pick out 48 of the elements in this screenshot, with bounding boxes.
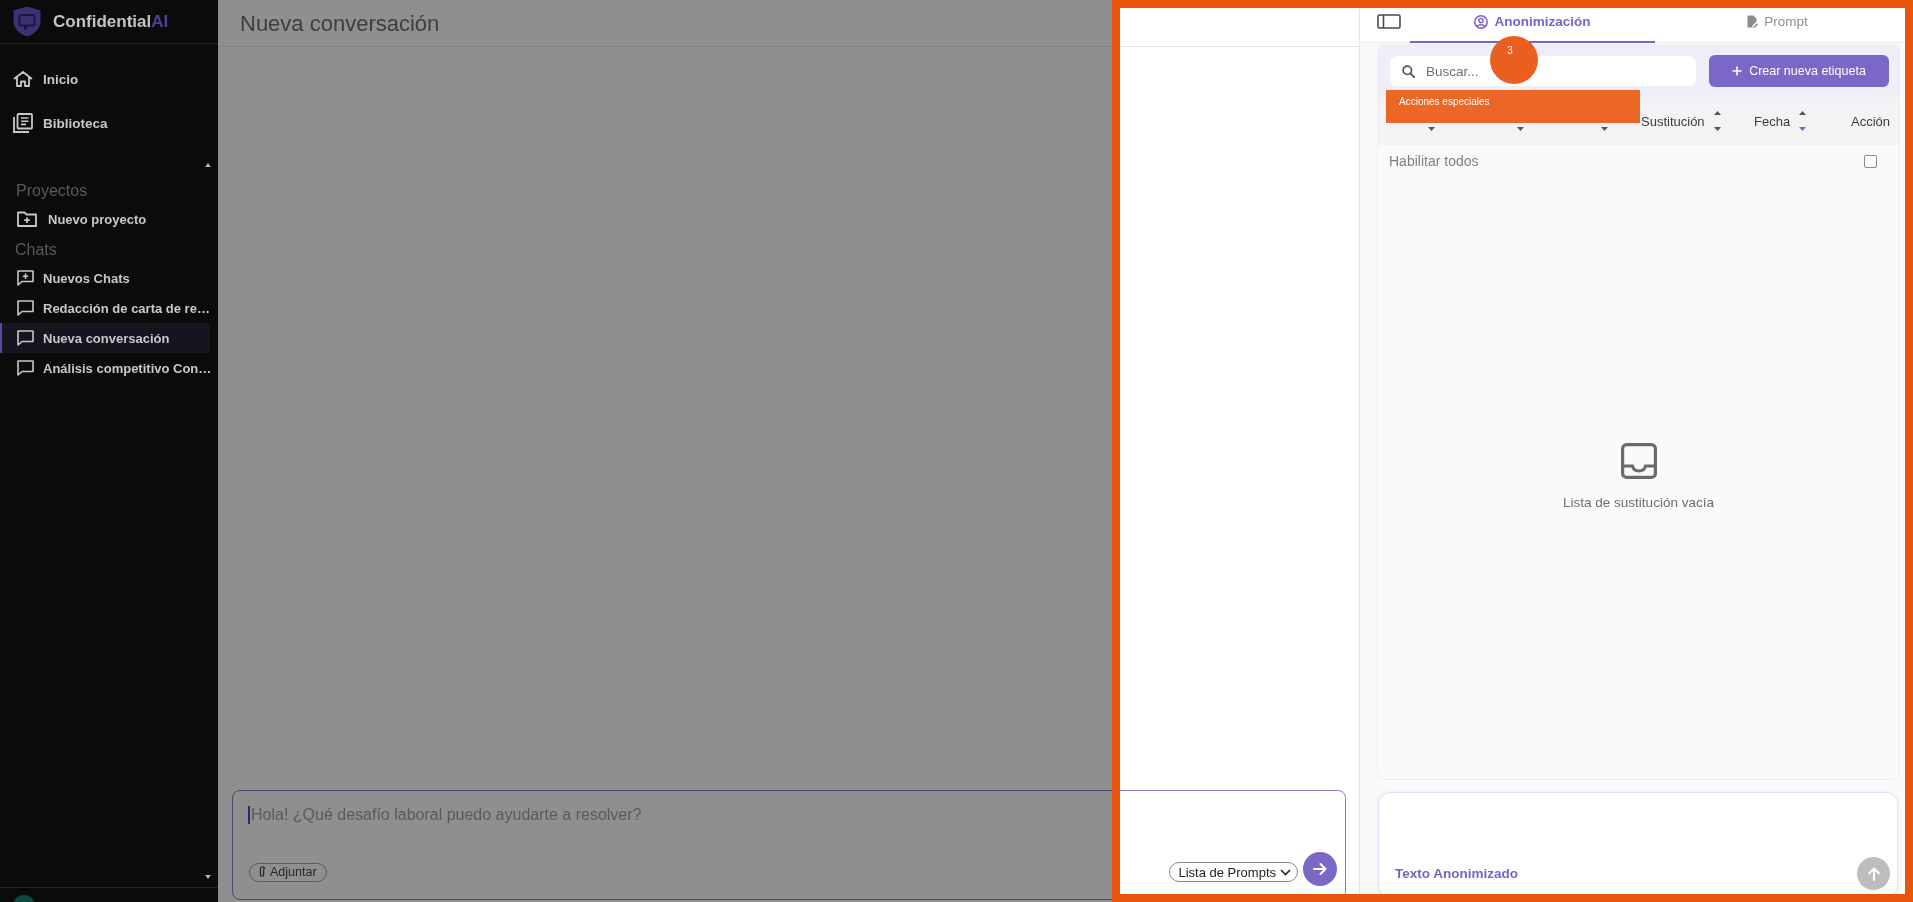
document-edit-icon: [1747, 15, 1759, 28]
sidebar-item[interactable]: Nuevos Chats: [0, 263, 210, 293]
nav-link[interactable]: Biblioteca: [0, 101, 108, 145]
section-heading: Proyectos: [15, 181, 88, 201]
column-header: Acción: [1850, 113, 1890, 129]
sort-icon[interactable]: [1601, 127, 1608, 131]
sidebar-item[interactable]: Redacción de carta de re…: [0, 293, 210, 323]
tour-tooltip: Acciones especiales: [1386, 90, 1640, 123]
output-label: Texto Anonimizado: [1395, 866, 1518, 881]
tab[interactable]: Prompt: [1655, 0, 1900, 43]
home-icon: [13, 71, 33, 87]
arrow-up-icon: [1867, 866, 1880, 881]
send-button[interactable]: [1303, 852, 1337, 886]
enable-all-label: Habilitar todos: [1389, 153, 1479, 169]
plus-icon: [1732, 66, 1743, 76]
scroll-up-icon[interactable]: [205, 163, 211, 167]
column-header: Sustitución: [1641, 113, 1705, 129]
shield-logo-icon: [13, 6, 41, 37]
sort-icon[interactable]: [1428, 127, 1435, 131]
sidebar-item[interactable]: Análisis competitivo Con…: [0, 353, 210, 383]
sidebar-toggle-icon[interactable]: [1377, 13, 1401, 29]
sort-icon[interactable]: [1517, 127, 1524, 131]
enable-all-checkbox[interactable]: [1864, 154, 1877, 168]
chat-bubble-icon: [17, 360, 34, 376]
chat-bubble-icon: [17, 330, 34, 346]
chat-plus-icon: [17, 270, 34, 286]
section-heading: Chats: [14, 240, 57, 260]
scroll-down-icon[interactable]: [205, 875, 211, 879]
search-icon: [1402, 64, 1415, 78]
search-input[interactable]: Buscar...: [1426, 62, 1486, 80]
sort-icon[interactable]: [1799, 111, 1807, 131]
user-circle-icon: [1474, 14, 1489, 29]
sidebar-item[interactable]: Nuevo proyecto: [0, 204, 210, 234]
column-header: Fecha: [1754, 113, 1791, 129]
create-label-button[interactable]: Crear nueva etiqueta: [1709, 55, 1889, 87]
empty-inbox-icon: [1620, 442, 1657, 479]
chevron-down-icon: [1280, 868, 1291, 876]
sort-icon[interactable]: [1713, 111, 1721, 131]
chat-bubble-icon: [17, 300, 34, 316]
chat-title: Nueva conversación: [240, 11, 440, 37]
brand-name: ConfidentialAI: [53, 11, 169, 32]
empty-state-text: Lista de sustitución vacía: [1563, 494, 1714, 510]
nav-link[interactable]: Inicio: [0, 57, 79, 101]
sidebar-item[interactable]: Nueva conversación: [0, 323, 210, 353]
folder-plus-icon: [17, 211, 37, 227]
arrow-right-icon: [1313, 863, 1327, 875]
library-icon: [13, 113, 33, 133]
paperclip-icon: [258, 866, 266, 878]
